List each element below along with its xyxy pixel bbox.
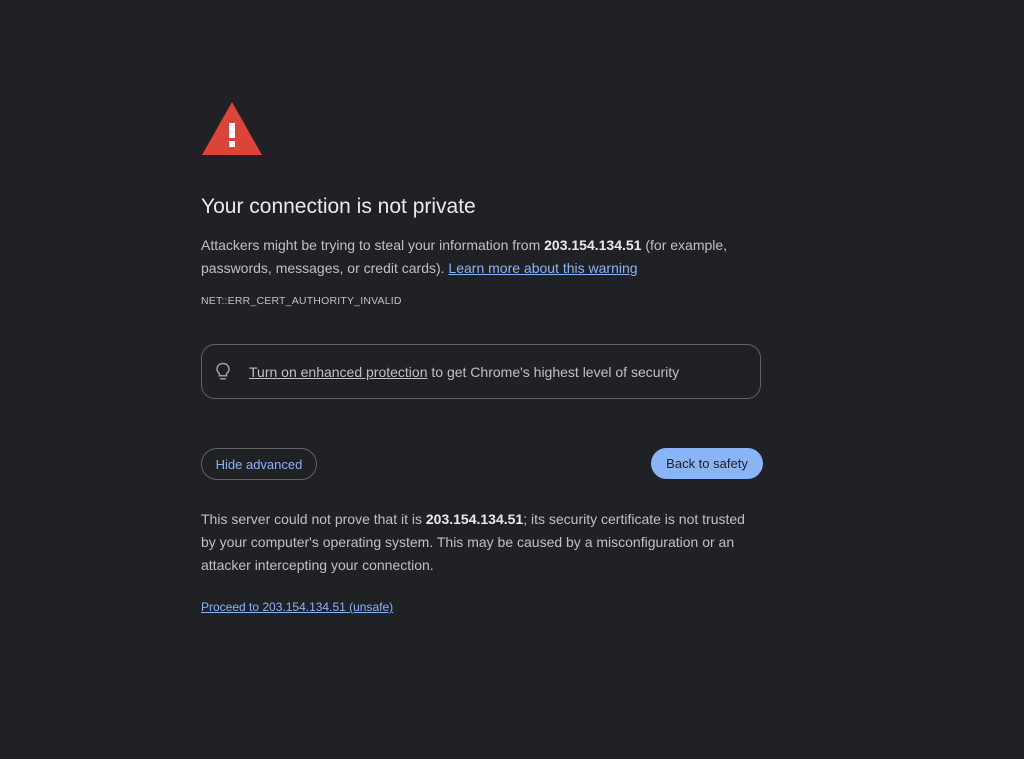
back-to-safety-button[interactable]: Back to safety — [651, 448, 763, 479]
page-title: Your connection is not private — [201, 195, 476, 218]
error-code: NET::ERR_CERT_AUTHORITY_INVALID — [201, 295, 402, 307]
message-text-1: Attackers might be trying to steal your … — [201, 237, 545, 253]
warning-triangle-icon — [202, 102, 262, 155]
hide-advanced-button[interactable]: Hide advanced — [201, 448, 317, 480]
enhanced-protection-text: Turn on enhanced protection to get Chrom… — [249, 363, 679, 381]
interstitial-page: Your connection is not private Attackers… — [0, 0, 1024, 759]
message-host: 203.154.134.51 — [544, 237, 642, 253]
proceed-unsafe-link[interactable]: Proceed to 203.154.134.51 (unsafe) — [201, 599, 393, 615]
enhanced-protection-link[interactable]: Turn on enhanced protection — [249, 364, 428, 380]
lightbulb-icon — [216, 362, 230, 380]
learn-more-link[interactable]: Learn more about this warning — [448, 260, 637, 276]
enhanced-protection-rest: to get Chrome's highest level of securit… — [427, 364, 680, 380]
details-host: 203.154.134.51 — [425, 511, 524, 527]
details-text-1: This server could not prove that it is — [201, 511, 426, 527]
details-text: This server could not prove that it is 2… — [201, 508, 761, 577]
warning-message: Attackers might be trying to steal your … — [201, 234, 771, 280]
